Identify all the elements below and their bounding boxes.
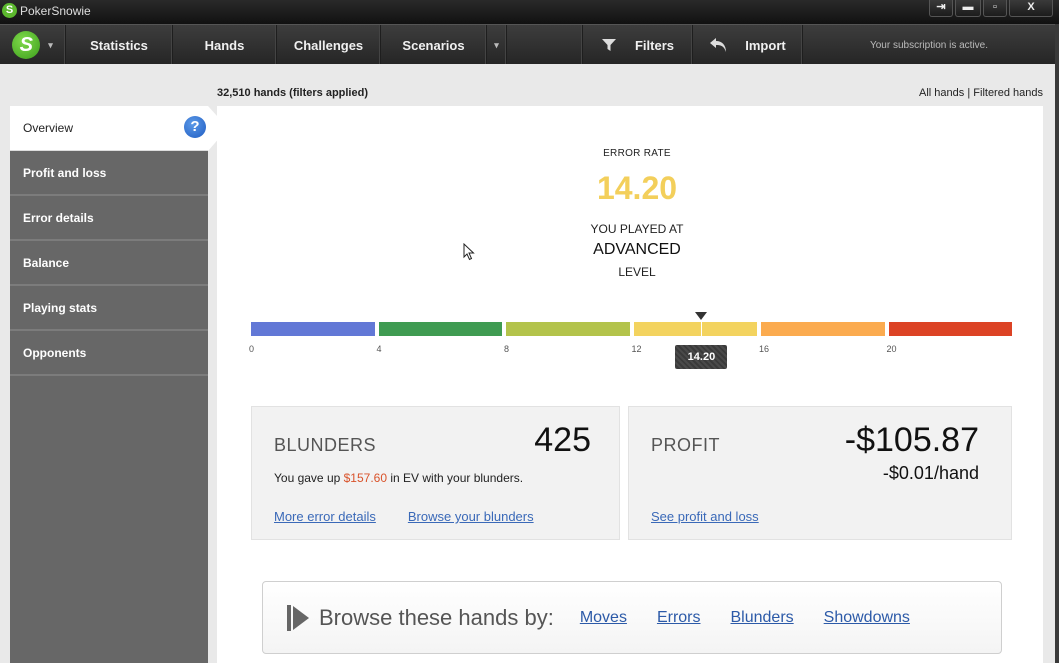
browse-errors-link[interactable]: Errors (657, 609, 701, 627)
browse-hands-bar: Browse these hands by: Moves Errors Blun… (262, 581, 1002, 654)
overview-panel: ERROR RATE 14.20 YOU PLAYED AT ADVANCED … (217, 106, 1043, 663)
exit-icon[interactable]: ⇥ (929, 0, 953, 17)
scale-tick-label: 16 (759, 344, 770, 354)
scale-segment (378, 322, 502, 336)
maximize-button[interactable]: ▫ (983, 0, 1007, 17)
scale-tick-label: 8 (504, 344, 510, 354)
sidebar-item-label: Profit and loss (23, 165, 107, 180)
hands-toggle: All hands | Filtered hands (919, 87, 1043, 99)
import-label: Import (745, 37, 786, 53)
profit-links: See profit and loss (651, 509, 759, 524)
window-controls: ⇥ ▬ ▫ X (929, 0, 1053, 18)
filters-button[interactable]: Filters (583, 25, 693, 65)
see-profit-and-loss-link[interactable]: See profit and loss (651, 509, 759, 524)
help-icon[interactable]: ? (184, 116, 206, 138)
ev-lost-amount: $157.60 (343, 471, 388, 485)
minimize-button[interactable]: ▬ (955, 0, 981, 17)
profit-card: PROFIT -$105.87 -$0.01/hand See profit a… (628, 406, 1012, 540)
chevron-down-icon: ▾ (48, 39, 53, 50)
toggle-separator: | (964, 87, 974, 99)
play-icon (287, 604, 309, 631)
sidebar-item-label: Balance (23, 255, 70, 270)
scale-segment (506, 322, 630, 336)
sidebar-item-balance[interactable]: Balance (10, 241, 208, 286)
scale-tick-label: 20 (886, 344, 897, 354)
more-menu-button[interactable]: ▾ (487, 25, 507, 65)
scale-marker-icon (695, 312, 708, 320)
blunders-summary: You gave up $157.60 in EV with your blun… (274, 471, 523, 485)
profit-title: PROFIT (651, 435, 720, 455)
sidebar-item-overview[interactable]: Overview ? (10, 106, 228, 151)
app-logo-icon: S (2, 3, 17, 18)
tab-hands[interactable]: Hands (173, 25, 277, 65)
scale-tick-label: 0 (249, 344, 255, 354)
sidebar-item-profit-and-loss[interactable]: Profit and loss (10, 151, 208, 196)
error-rate-label: ERROR RATE (603, 148, 671, 159)
scale-segment (251, 322, 375, 336)
played-at-label: YOU PLAYED AT (590, 222, 684, 236)
profit-amount: -$105.87 (844, 421, 979, 459)
scale-tick-label: 12 (631, 344, 642, 354)
scale-marker-badge: 14.20 (675, 345, 728, 369)
more-error-details-link[interactable]: More error details (274, 509, 376, 524)
chevron-down-icon: ▾ (494, 39, 499, 50)
sidebar-item-label: Overview (23, 121, 74, 135)
browse-links: Moves Errors Blunders Showdowns (580, 609, 910, 627)
all-hands-link[interactable]: All hands (919, 87, 964, 99)
scale-segment (633, 322, 757, 336)
import-arrow-icon (710, 38, 727, 52)
app-menu-button[interactable]: S ▾ (0, 25, 66, 65)
mouse-cursor-icon (463, 243, 475, 261)
tab-challenges[interactable]: Challenges (277, 25, 381, 65)
filters-label: Filters (634, 37, 674, 53)
profit-per-hand: -$0.01/hand (882, 463, 979, 483)
blunders-card: BLUNDERS 425 You gave up $157.60 in EV w… (251, 406, 620, 540)
level-label: LEVEL (618, 265, 656, 279)
browse-blunders-link[interactable]: Blunders (731, 609, 794, 627)
subscription-status: Your subscription is active. (803, 25, 1055, 65)
sidebar-item-label: Error details (23, 210, 94, 225)
import-button[interactable]: Import (693, 25, 803, 65)
toolbar-spacer (507, 25, 583, 65)
subscription-status-text: Your subscription is active. (869, 39, 989, 51)
sidebar-item-label: Playing stats (23, 300, 98, 315)
error-rate-scale (251, 322, 1012, 336)
sidebar-item-playing-stats[interactable]: Playing stats (10, 286, 208, 331)
summary-text: in EV with your blunders. (387, 471, 524, 485)
browse-moves-link[interactable]: Moves (580, 609, 627, 627)
scale-tick-label: 4 (376, 344, 382, 354)
browse-blunders-link[interactable]: Browse your blunders (408, 509, 534, 524)
sidebar-item-label: Opponents (23, 345, 87, 360)
browse-title: Browse these hands by: (319, 604, 554, 630)
filtered-hands-link[interactable]: Filtered hands (973, 87, 1043, 99)
main-area: 32,510 hands (filters applied) All hands… (0, 64, 1055, 663)
tab-statistics[interactable]: Statistics (66, 25, 173, 65)
blunders-count: 425 (534, 421, 591, 459)
window-border (1055, 24, 1059, 663)
blunders-links: More error details Browse your blunders (274, 509, 534, 524)
snowie-logo-icon: S (12, 31, 41, 59)
title-bar: S PokerSnowie ⇥ ▬ ▫ X (0, 0, 1059, 24)
blunders-title: BLUNDERS (274, 435, 377, 455)
skill-level: ADVANCED (593, 241, 681, 258)
sidebar-item-error-details[interactable]: Error details (10, 196, 208, 241)
tab-scenarios[interactable]: Scenarios (381, 25, 487, 65)
sidebar: Overview ? Profit and loss Error details… (10, 106, 228, 663)
close-button[interactable]: X (1009, 0, 1053, 17)
summary-text: You gave up (274, 471, 344, 485)
scale-segment (761, 322, 885, 336)
filter-icon (601, 39, 616, 51)
main-toolbar: S ▾ Statistics Hands Challenges Scenario… (0, 24, 1055, 65)
sidebar-item-opponents[interactable]: Opponents (10, 331, 208, 376)
scale-segment (888, 322, 1012, 336)
window-title: PokerSnowie (20, 4, 91, 18)
browse-showdowns-link[interactable]: Showdowns (824, 609, 910, 627)
scale-marker-line (701, 322, 703, 336)
hands-count: 32,510 hands (filters applied) (217, 87, 368, 99)
error-rate-value: 14.20 (596, 170, 678, 206)
